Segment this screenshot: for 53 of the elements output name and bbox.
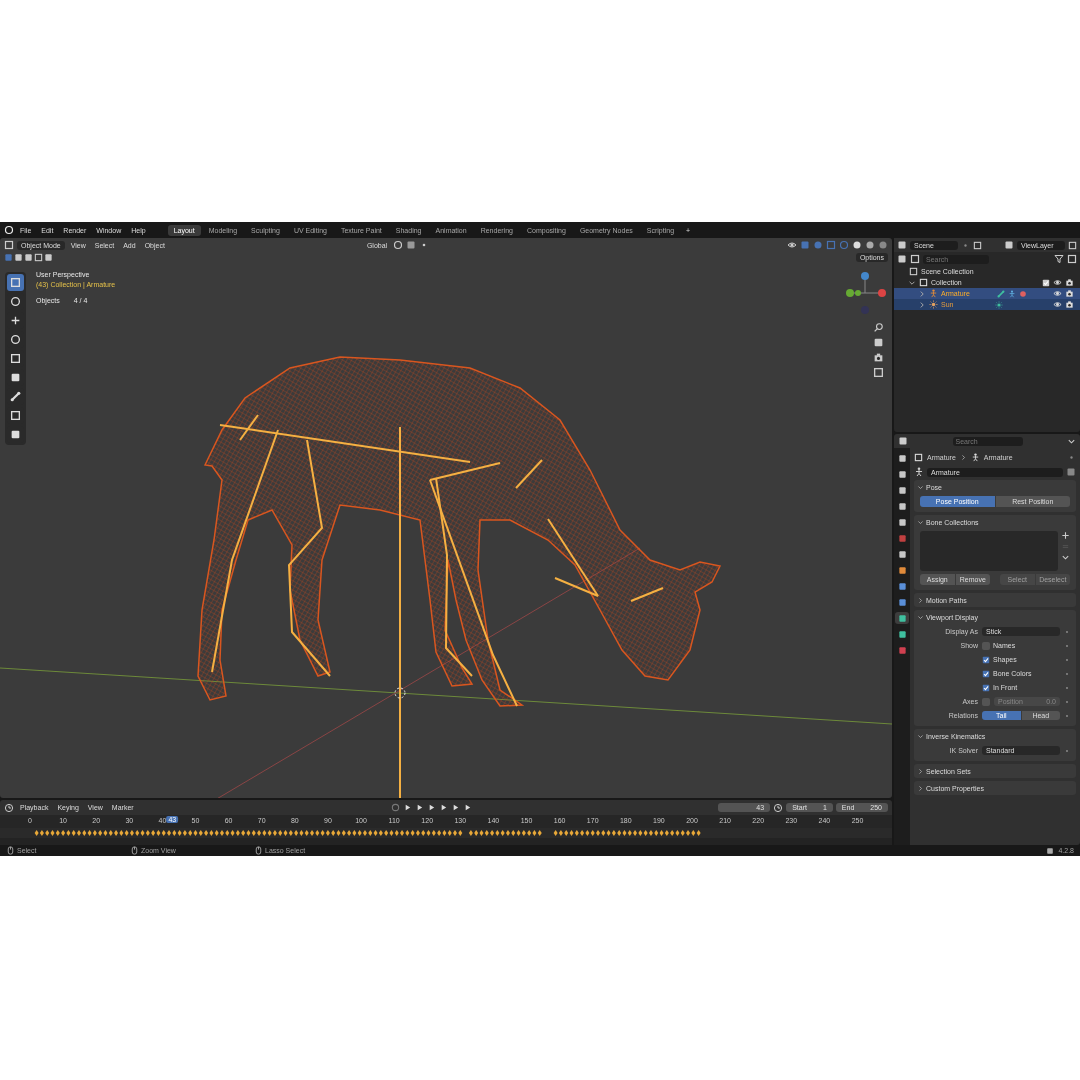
zoom-icon[interactable] [873, 322, 884, 333]
deer-wireframe-drawing[interactable] [197, 356, 722, 707]
pose-icon[interactable] [1008, 289, 1016, 298]
checked-box-icon [982, 669, 990, 678]
visibility-eye-icon[interactable] [1053, 289, 1062, 298]
keyframe-dot-icon[interactable] [1064, 747, 1070, 754]
armature-data-icon [970, 453, 980, 462]
keyframe-dot-icon[interactable] [1064, 642, 1070, 649]
tool-glyph-icon [10, 277, 21, 288]
light-data-icon[interactable] [995, 300, 1003, 309]
tool-glyph-icon [10, 429, 21, 440]
keyframe-dot-icon[interactable] [1064, 698, 1070, 705]
keyframe-dot-icon[interactable] [1064, 628, 1070, 635]
tool-glyph-icon [10, 334, 21, 345]
3d-cursor-icon [394, 687, 406, 699]
checked-box-icon [982, 683, 990, 692]
filter-icon[interactable] [1054, 254, 1064, 264]
armature-data-icon[interactable] [914, 467, 924, 477]
tool-glyph-icon [10, 315, 21, 326]
tool-glyph-icon [10, 372, 21, 383]
visibility-eye-icon[interactable] [1053, 278, 1062, 287]
include-checkbox-icon[interactable] [1042, 278, 1050, 287]
armature-icon [929, 289, 938, 298]
visibility-eye-icon[interactable] [1053, 300, 1062, 309]
pin-icon[interactable] [1067, 453, 1076, 462]
tool-glyph-icon [10, 353, 21, 364]
dropdown-icon[interactable] [1061, 553, 1070, 562]
render-camera-icon[interactable] [1065, 300, 1074, 309]
tool-glyph-icon [10, 296, 21, 307]
select-box-icon[interactable] [7, 274, 24, 291]
add-icon[interactable] [1061, 531, 1070, 540]
keyframe-dot-icon[interactable] [1064, 684, 1070, 691]
keyframe-dot-icon[interactable] [1064, 656, 1070, 663]
play-icon[interactable] [439, 803, 449, 812]
mouse-icon [6, 846, 15, 855]
visibility-icon[interactable] [787, 240, 797, 250]
mouse-icon [130, 846, 139, 855]
mouse-icon [254, 846, 263, 855]
keyframe-dot-icon[interactable] [1064, 670, 1070, 677]
armature-bones-drawing[interactable] [211, 414, 664, 798]
solid-shading-icon[interactable] [852, 240, 862, 250]
timeline-scrollbar[interactable] [0, 838, 892, 845]
tool-glyph-icon [10, 410, 21, 421]
axes-checkbox[interactable] [982, 697, 990, 706]
render-camera-icon[interactable] [1065, 278, 1074, 287]
bone-icon[interactable] [997, 289, 1005, 298]
keyframe-dot-icon[interactable] [1064, 712, 1070, 719]
checked-box-icon [982, 655, 990, 664]
render-camera-icon[interactable] [1065, 289, 1074, 298]
tool-glyph-icon [10, 391, 21, 402]
clock-icon[interactable] [773, 802, 784, 813]
light-icon [929, 300, 938, 309]
camera-icon[interactable] [873, 352, 884, 363]
